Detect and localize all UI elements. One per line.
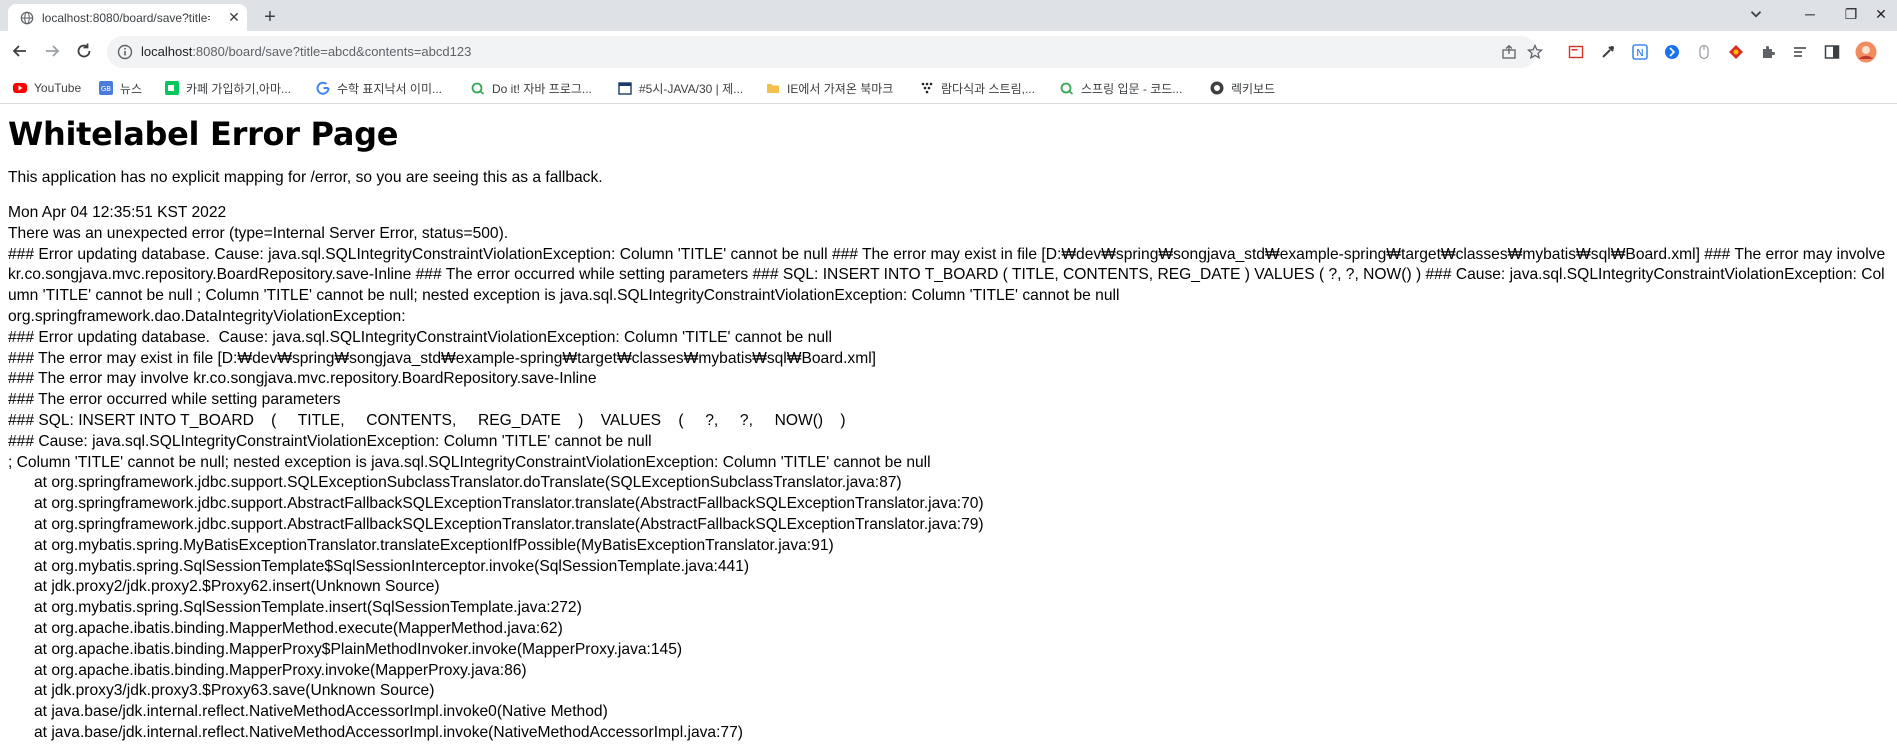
page-title: Whitelabel Error Page <box>8 115 399 153</box>
error-details: Mon Apr 04 12:35:51 KST 2022 There was a… <box>8 204 1886 741</box>
svg-text:N: N <box>1636 48 1643 59</box>
bookmark-label: #5시-JAVA/30 | 제... <box>639 81 744 96</box>
svg-text:GB: GB <box>101 85 111 93</box>
doit-icon <box>471 82 485 95</box>
lambda-icon <box>921 82 933 94</box>
url-text: localhost:8080/board/save?title=abcd&con… <box>141 44 471 59</box>
side-panel-icon[interactable] <box>1824 44 1840 60</box>
bookmark-java[interactable]: #5시-JAVA/30 | 제... <box>618 80 743 96</box>
bookmark-label: 카페 가입하기,아마... <box>186 81 291 96</box>
new-tab-icon[interactable]: + <box>259 6 281 28</box>
extension-n-icon[interactable]: N <box>1632 44 1648 60</box>
minimize-icon[interactable]: ─ <box>1795 3 1825 25</box>
bookmark-label: IE에서 가져온 북마크 <box>787 81 894 96</box>
page-content: Whitelabel Error Page This application h… <box>8 103 1893 744</box>
google-icon <box>316 81 330 95</box>
bookmark-label: 렉키보드 <box>1231 81 1276 96</box>
bookmark-label: YouTube <box>34 81 82 95</box>
tab-title: localhost:8080/board/save?title=abcd&con… <box>42 11 210 25</box>
bookmark-doit[interactable]: Do it! 자바 프로그... <box>471 80 592 96</box>
globe-icon <box>20 11 34 25</box>
keyboard-icon <box>1210 81 1224 95</box>
close-window-icon[interactable]: ✕ <box>1866 3 1896 25</box>
extension-screenshot-icon[interactable] <box>1568 44 1584 60</box>
browser-toolbar: localhost:8080/board/save?title=abcd&con… <box>0 31 1897 73</box>
fallback-explanation: This application has no explicit mapping… <box>8 169 603 186</box>
restore-icon[interactable]: ❐ <box>1836 3 1866 25</box>
reading-list-icon[interactable] <box>1792 44 1808 60</box>
calendar-icon <box>618 82 632 95</box>
bookmark-news[interactable]: GB 뉴스 <box>99 80 142 96</box>
mouse-icon[interactable] <box>1696 44 1712 60</box>
bookmark-star-icon[interactable] <box>1527 44 1543 60</box>
bookmark-label: 수학 표지낙서 이미... <box>337 81 442 96</box>
reload-icon[interactable] <box>74 41 94 61</box>
eyedropper-icon[interactable] <box>1600 44 1616 60</box>
bookmark-keyboard[interactable]: 렉키보드 <box>1210 80 1275 96</box>
bookmark-cafe[interactable]: 카페 가입하기,아마... <box>165 80 291 96</box>
bookmark-label: 람다식과 스트림,... <box>941 81 1035 96</box>
forward-arrow-icon[interactable] <box>42 41 62 61</box>
bookmarks-bar: YouTube GB 뉴스 카페 가입하기,아마... 수학 표지낙서 이미..… <box>0 73 1897 104</box>
tab-close-icon[interactable]: ✕ <box>226 9 242 25</box>
bookmark-ie-folder[interactable]: IE에서 가져온 북마크 <box>766 80 893 96</box>
address-bar[interactable]: localhost:8080/board/save?title=abcd&con… <box>107 36 1543 68</box>
bookmark-spring[interactable]: 스프링 입문 - 코드... <box>1060 80 1182 96</box>
bookmark-label: Do it! 자바 프로그... <box>492 81 592 96</box>
puzzle-extensions-icon[interactable] <box>1760 44 1776 60</box>
bookmark-youtube[interactable]: YouTube <box>13 80 81 96</box>
url-path: :8080/board/save?title=abcd&contents=abc… <box>192 44 472 59</box>
bookmark-label: 스프링 입문 - 코드... <box>1081 81 1183 96</box>
site-info-icon[interactable] <box>117 44 133 60</box>
bookmark-label: 뉴스 <box>120 81 143 96</box>
tab-strip: localhost:8080/board/save?title=abcd&con… <box>0 0 1897 31</box>
share-icon[interactable] <box>1501 44 1517 60</box>
bookmark-lambda[interactable]: 람다식과 스트림,... <box>920 80 1035 96</box>
browser-tab[interactable]: localhost:8080/board/save?title=abcd&con… <box>8 4 247 31</box>
spring-icon <box>1060 82 1074 95</box>
back-arrow-icon[interactable] <box>10 41 30 61</box>
profile-avatar-icon[interactable] <box>1855 41 1877 63</box>
bookmark-math[interactable]: 수학 표지낙서 이미... <box>316 80 442 96</box>
youtube-icon <box>13 83 27 93</box>
extension-red-icon[interactable] <box>1728 44 1744 60</box>
folder-icon <box>767 84 779 93</box>
tab-search-icon[interactable] <box>1747 5 1765 23</box>
news-icon: GB <box>99 81 113 95</box>
cafe-icon <box>165 81 179 95</box>
url-host: localhost <box>141 44 193 59</box>
extension-blue-icon[interactable] <box>1664 44 1680 60</box>
